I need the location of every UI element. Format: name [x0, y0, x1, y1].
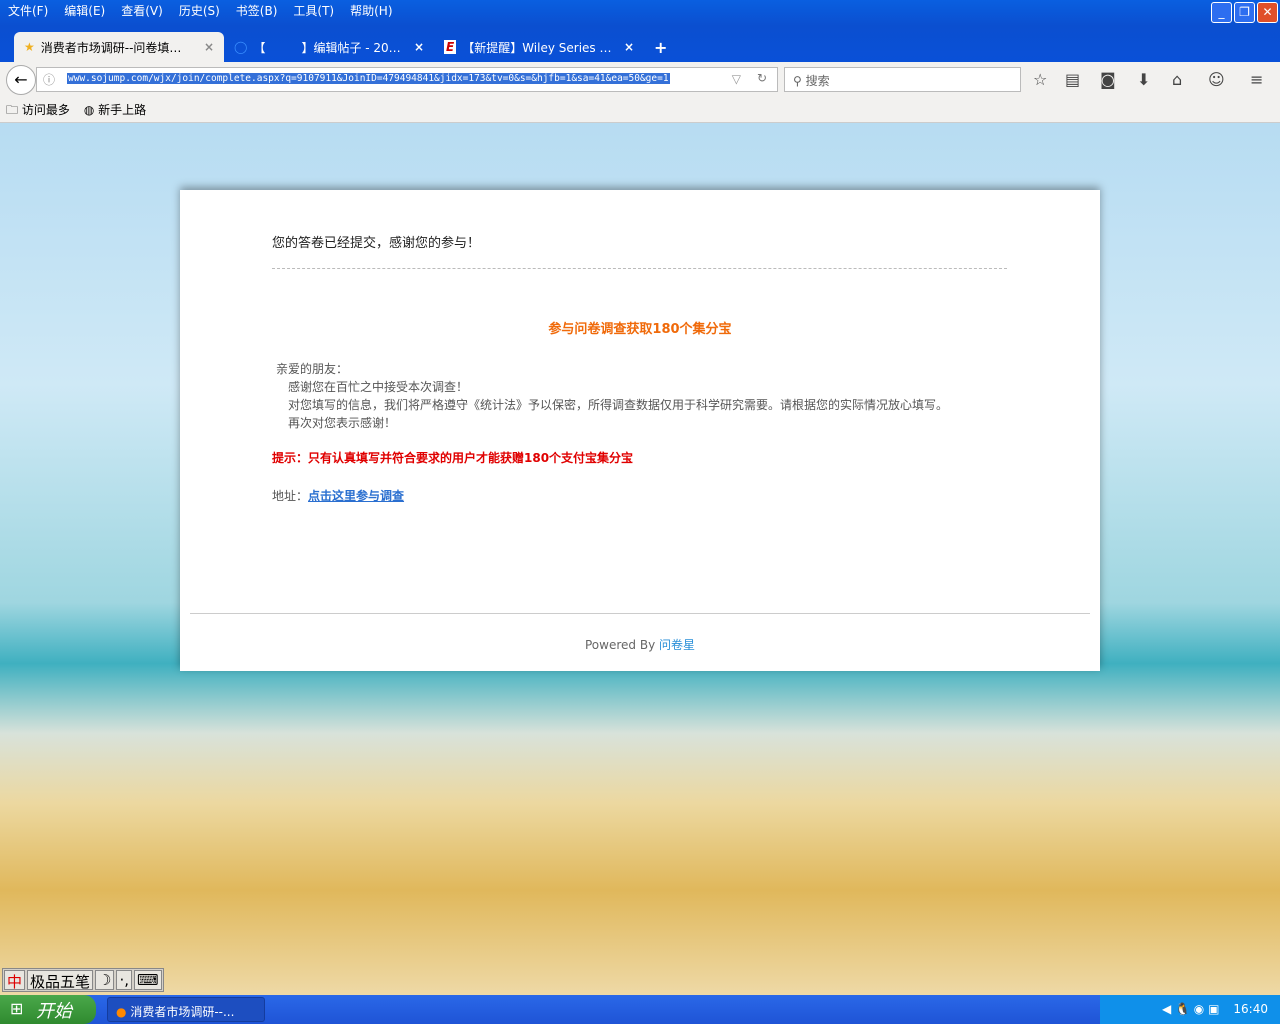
message-body: 亲爱的朋友： 感谢您在百忙之中接受本次调查！ 对您填写的信息，我们将严格遵守《统… — [276, 360, 948, 432]
bookmark-label: 访问最多 — [21, 103, 70, 117]
search-placeholder: 搜索 — [805, 74, 830, 88]
task-label: 消费者市场调研--... — [130, 1005, 235, 1019]
minimize-button[interactable]: _ — [1211, 2, 1232, 23]
system-tray: ◀ 🐧 ◉ ▣ 16:40 — [1100, 995, 1280, 1024]
reward-heading: 参与问卷调查获取180个集分宝 — [548, 322, 732, 337]
page-background: 您的答卷已经提交，感谢您的参与！ 参与问卷调查获取180个集分宝 亲爱的朋友： … — [0, 123, 1280, 995]
tab-wiley[interactable]: E 【新提醒】Wiley Series … × — [434, 32, 644, 62]
ime-chinese-toggle[interactable]: 中 — [4, 970, 26, 991]
message-line: 感谢您在百忙之中接受本次调查！ — [288, 380, 469, 394]
home-icon[interactable]: ⌂ — [1172, 70, 1182, 89]
url-text[interactable]: www.sojump.com/wjx/join/complete.aspx?q=… — [67, 73, 670, 84]
close-tab-icon[interactable]: × — [624, 40, 634, 54]
pocket-icon[interactable]: ◙ — [1100, 70, 1116, 89]
address-row: 地址：点击这里参与调查 — [272, 487, 404, 504]
restore-button[interactable]: ❐ — [1234, 2, 1255, 23]
download-icon[interactable]: ⬇ — [1137, 70, 1150, 89]
tab-survey[interactable]: ★ 消费者市场调研--问卷填… × — [14, 32, 224, 62]
close-tab-icon[interactable]: × — [414, 40, 424, 54]
address-label: 地址： — [272, 489, 309, 503]
survey-link[interactable]: 点击这里参与调查 — [308, 489, 404, 503]
search-icon: ⚲ — [793, 74, 806, 88]
tip-text: 提示：只有认真填写并符合要求的用户才能获赠180个支付宝集分宝 — [272, 451, 634, 465]
taskbar: ⊞ 开始 ● 消费者市场调研--... ◀ 🐧 ◉ ▣ 16:40 — [0, 995, 1280, 1024]
clock: 16:40 — [1233, 1002, 1268, 1016]
menu-bookmarks[interactable]: 书签(B) — [228, 0, 286, 20]
back-button[interactable]: ← — [6, 65, 36, 95]
start-label: 开始 — [36, 1001, 72, 1022]
smiley-icon[interactable]: ☺ — [1208, 70, 1225, 89]
start-button[interactable]: ⊞ 开始 — [0, 995, 96, 1024]
new-tab-button[interactable]: + — [644, 32, 680, 62]
taskbar-item-firefox[interactable]: ● 消费者市场调研--... — [107, 997, 265, 1022]
firefox-icon: ● — [116, 1005, 127, 1019]
ime-halfwidth-toggle[interactable]: ☽ — [95, 970, 115, 990]
tab-label: 【新提醒】Wiley Series … — [462, 40, 612, 55]
url-bar[interactable]: ⓘ www.sojump.com/wjx/join/complete.aspx?… — [36, 67, 778, 92]
loading-icon: ◯ — [234, 40, 248, 54]
bookmark-most-visited[interactable]: 🗀 访问最多 — [6, 101, 70, 117]
powered-by: Powered By — [585, 638, 659, 652]
tray-icons[interactable]: ◀ 🐧 ◉ ▣ — [1162, 1002, 1219, 1016]
brand-link[interactable]: 问卷星 — [659, 638, 695, 652]
close-window-button[interactable]: ✕ — [1257, 2, 1278, 23]
hamburger-menu-icon[interactable]: ≡ — [1250, 70, 1263, 89]
menu-edit[interactable]: 编辑(E) — [56, 0, 113, 20]
message-line: 再次对您表示感谢！ — [288, 416, 397, 430]
close-tab-icon[interactable]: × — [204, 40, 214, 54]
bookmarks-toolbar: 🗀 访问最多 ◍ 新手上路 — [0, 96, 1280, 123]
completion-card: 您的答卷已经提交，感谢您的参与！ 参与问卷调查获取180个集分宝 亲爱的朋友： … — [180, 190, 1100, 671]
search-input[interactable]: ⚲ 搜索 — [784, 67, 1021, 92]
footer-divider — [190, 613, 1090, 614]
divider — [272, 268, 1007, 269]
menu-view[interactable]: 查看(V) — [113, 0, 171, 20]
message-line: 对您填写的信息，我们将严格遵守《统计法》予以保密，所得调查数据仅用于科学研究需要… — [288, 398, 949, 412]
bookmark-getting-started[interactable]: ◍ 新手上路 — [84, 101, 146, 117]
footer: Powered By 问卷星 — [180, 636, 1100, 653]
reload-icon[interactable]: ↻ — [757, 71, 767, 85]
e-logo-icon: E — [444, 40, 457, 54]
tab-edit-post[interactable]: ◯ 【 】编辑帖子 - 20… × — [224, 32, 434, 62]
menu-file[interactable]: 文件(F) — [0, 0, 56, 20]
reading-list-icon[interactable]: ▤ — [1065, 70, 1080, 89]
bookmark-label: 新手上路 — [98, 103, 147, 117]
menu-tools[interactable]: 工具(T) — [285, 0, 342, 20]
info-icon[interactable]: ⓘ — [43, 71, 55, 88]
menu-history[interactable]: 历史(S) — [171, 0, 228, 20]
ime-punctuation-toggle[interactable]: ·, — [116, 970, 133, 990]
dropdown-icon[interactable]: ▽ — [732, 72, 741, 86]
tab-label: 【 】编辑帖子 - 20… — [253, 40, 401, 55]
menu-bar: 文件(F) 编辑(E) 查看(V) 历史(S) 书签(B) 工具(T) 帮助(H… — [0, 0, 401, 20]
greeting: 亲爱的朋友： — [276, 362, 349, 376]
ime-toolbar: 中 极品五笔 ☽ ·, ⌨ — [2, 968, 164, 992]
ime-name[interactable]: 极品五笔 — [27, 970, 94, 991]
browser-titlebar: 文件(F) 编辑(E) 查看(V) 历史(S) 书签(B) 工具(T) 帮助(H… — [0, 0, 1280, 64]
menu-help[interactable]: 帮助(H) — [342, 0, 400, 20]
ime-keyboard-icon[interactable]: ⌨ — [134, 970, 162, 990]
star-icon: ★ — [24, 40, 35, 54]
tab-label: 消费者市场调研--问卷填… — [40, 40, 182, 55]
windows-logo-icon: ⊞ — [10, 999, 24, 1018]
bookmark-star-icon[interactable]: ☆ — [1033, 70, 1047, 89]
nav-bar: ← ⓘ www.sojump.com/wjx/join/complete.asp… — [0, 62, 1280, 96]
submitted-message: 您的答卷已经提交，感谢您的参与！ — [272, 236, 481, 251]
